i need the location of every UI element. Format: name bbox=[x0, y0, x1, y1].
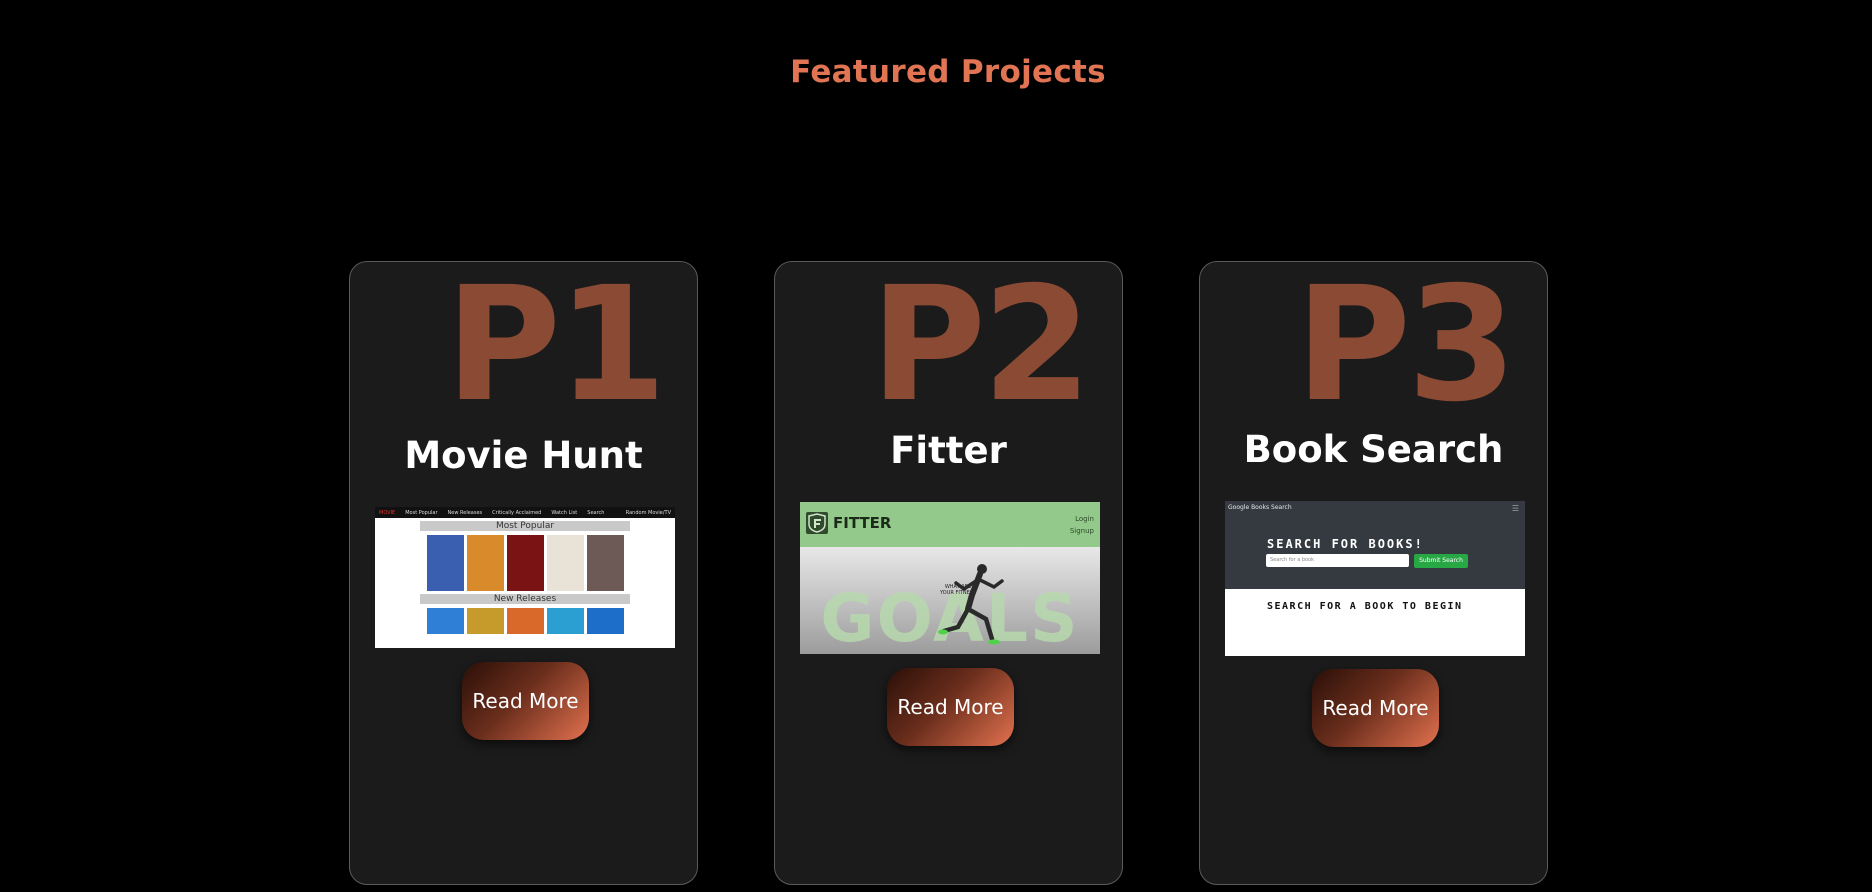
project-screenshot: Google Books Search ☰ SEARCH FOR BOOKS! … bbox=[1225, 501, 1525, 656]
movie-poster bbox=[586, 608, 624, 634]
project-card-movie-hunt: P1 Movie Hunt MOVIE Most Popular New Rel… bbox=[349, 261, 698, 885]
screenshot-header: FITTER Login Signup bbox=[800, 502, 1100, 547]
section-title: Featured Projects bbox=[790, 54, 1106, 90]
hamburger-menu-icon: ☰ bbox=[1511, 504, 1519, 513]
movie-poster bbox=[426, 608, 464, 634]
screenshot-hero: GOALS WHAT ARE YOUR FITNESS bbox=[800, 547, 1100, 654]
project-title: Book Search bbox=[1243, 428, 1504, 471]
movie-poster bbox=[506, 608, 544, 634]
screenshot-nav-item: New Releases bbox=[447, 509, 483, 516]
movie-poster bbox=[506, 535, 544, 591]
project-screenshot: MOVIE Most Popular New Releases Critical… bbox=[375, 507, 675, 648]
project-title: Movie Hunt bbox=[404, 434, 643, 477]
movie-poster bbox=[466, 535, 504, 591]
screenshot-search-panel: Google Books Search ☰ SEARCH FOR BOOKS! … bbox=[1225, 501, 1525, 589]
screenshot-section-heading: Most Popular bbox=[420, 521, 630, 531]
movie-poster bbox=[466, 608, 504, 634]
screenshot-poster-row bbox=[375, 535, 675, 591]
project-card-book-search: P3 Book Search Google Books Search ☰ SEA… bbox=[1199, 261, 1548, 885]
read-more-button[interactable]: Read More bbox=[887, 668, 1014, 746]
screenshot-section-heading: New Releases bbox=[420, 594, 630, 604]
screenshot-brand: FITTER bbox=[833, 514, 892, 532]
movie-poster bbox=[546, 535, 584, 591]
read-more-button[interactable]: Read More bbox=[462, 662, 589, 740]
project-card-fitter: P2 Fitter FITTER Login Signup GOALS WHAT… bbox=[774, 261, 1123, 885]
screenshot-headline: SEARCH FOR BOOKS! bbox=[1267, 537, 1424, 551]
screenshot-submit-button: Submit Search bbox=[1414, 554, 1468, 568]
project-number: P3 bbox=[1295, 261, 1517, 437]
screenshot-navbar: MOVIE Most Popular New Releases Critical… bbox=[375, 507, 675, 518]
fitter-logo-icon bbox=[806, 512, 828, 534]
featured-projects-section: Featured Projects P1 Movie Hunt MOVIE Mo… bbox=[0, 0, 1872, 892]
screenshot-app-name: Google Books Search bbox=[1228, 504, 1292, 511]
project-title: Fitter bbox=[890, 429, 1007, 472]
screenshot-logo: MOVIE bbox=[379, 509, 396, 516]
movie-poster bbox=[546, 608, 584, 634]
screenshot-search-input: Search for a book bbox=[1266, 554, 1409, 567]
screenshot-nav-item: Search bbox=[587, 509, 605, 516]
screenshot-nav-item: Critically Acclaimed bbox=[492, 509, 542, 516]
screenshot-nav-item: Random Movie/TV bbox=[625, 509, 671, 516]
project-number: P2 bbox=[870, 261, 1092, 437]
runner-illustration bbox=[938, 564, 1004, 645]
project-screenshot: FITTER Login Signup GOALS WHAT ARE YOUR … bbox=[800, 502, 1100, 654]
project-number: P1 bbox=[445, 261, 667, 437]
screenshot-nav-item: Most Popular bbox=[405, 509, 438, 516]
screenshot-login-link: Login bbox=[1075, 515, 1094, 523]
screenshot-nav-item: Watch List bbox=[551, 509, 578, 516]
movie-poster bbox=[586, 535, 624, 591]
screenshot-poster-row bbox=[375, 608, 675, 634]
movie-poster bbox=[426, 535, 464, 591]
screenshot-signup-link: Signup bbox=[1069, 527, 1094, 535]
screenshot-empty-state: SEARCH FOR A BOOK TO BEGIN bbox=[1267, 601, 1463, 612]
screenshot-links: Login Signup bbox=[1070, 513, 1094, 537]
read-more-button[interactable]: Read More bbox=[1312, 669, 1439, 747]
